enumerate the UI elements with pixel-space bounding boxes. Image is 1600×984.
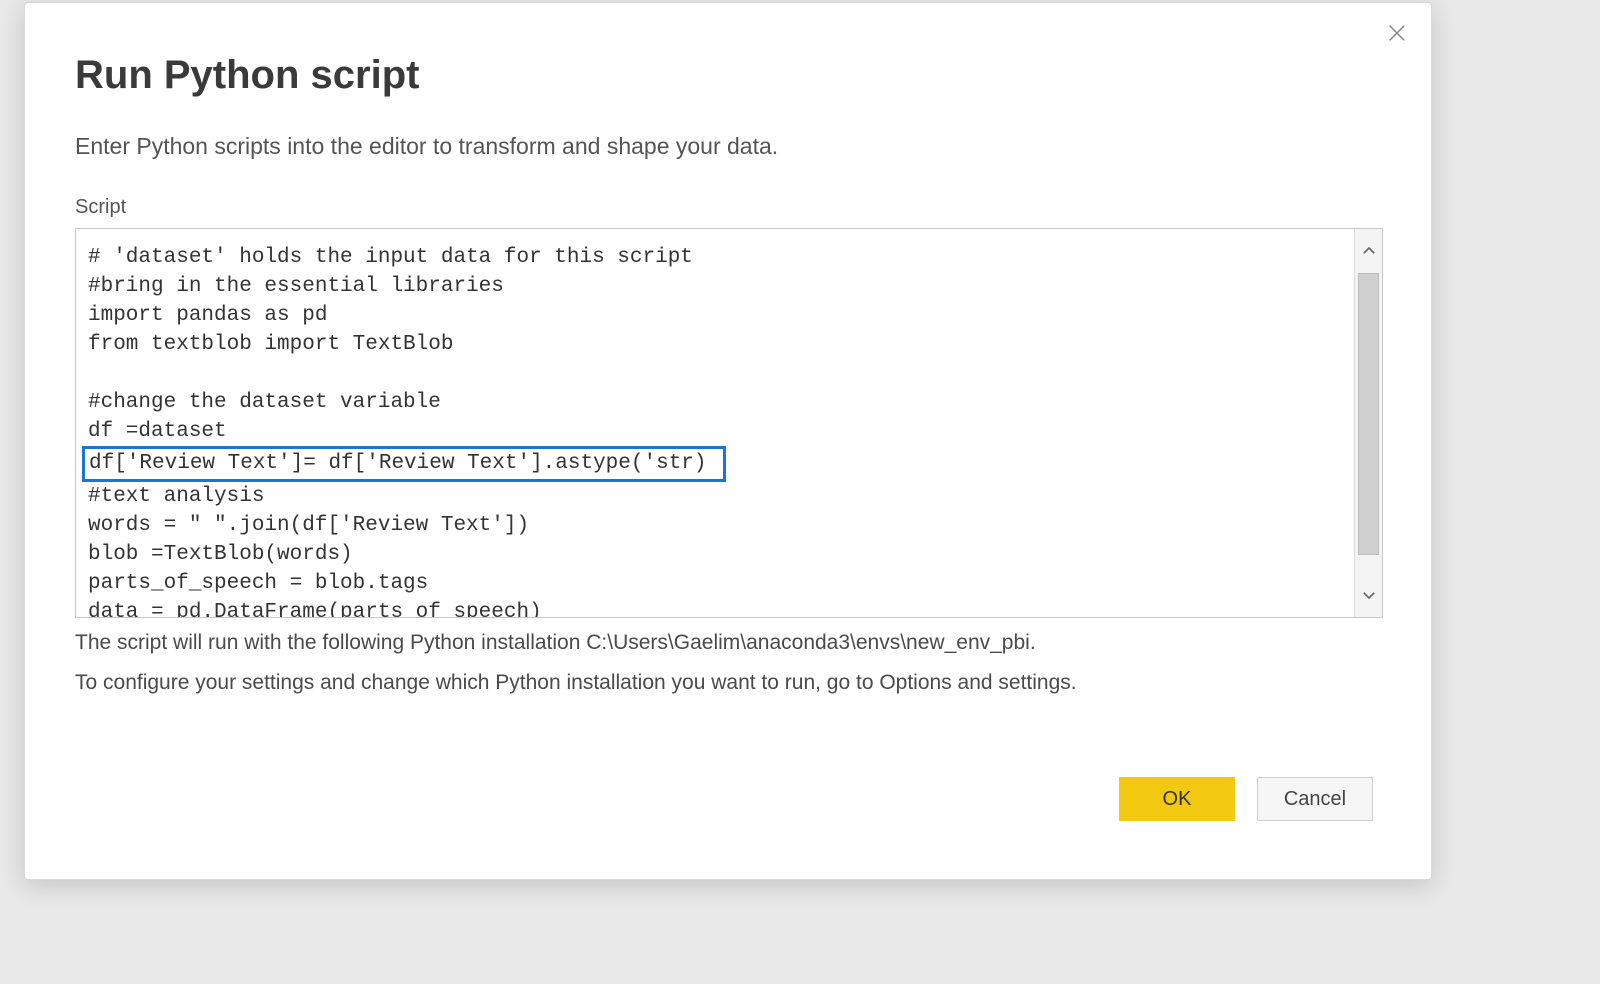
settings-info: To configure your settings and change wh… bbox=[75, 671, 1077, 695]
install-path-info: The script will run with the following P… bbox=[75, 631, 1036, 655]
script-editor-container: # 'dataset' holds the input data for thi… bbox=[75, 228, 1383, 618]
code-line: import pandas as pd bbox=[88, 301, 1342, 330]
scroll-track[interactable] bbox=[1355, 273, 1382, 573]
code-line: #bring in the essential libraries bbox=[88, 272, 1342, 301]
code-line: #text analysis bbox=[88, 482, 1342, 511]
ok-button[interactable]: OK bbox=[1119, 777, 1235, 821]
dialog-subtitle: Enter Python scripts into the editor to … bbox=[75, 133, 778, 160]
close-icon[interactable] bbox=[1377, 13, 1417, 53]
code-line: data = pd.DataFrame(parts_of_speech) bbox=[88, 598, 1342, 617]
scroll-thumb[interactable] bbox=[1358, 273, 1379, 555]
code-line: df['Review Text']= df['Review Text'].ast… bbox=[88, 446, 1342, 482]
scroll-down-button[interactable] bbox=[1355, 573, 1383, 617]
code-line: df =dataset bbox=[88, 417, 1342, 446]
code-line: # 'dataset' holds the input data for thi… bbox=[88, 243, 1342, 272]
code-line bbox=[88, 359, 1342, 388]
code-line: words = " ".join(df['Review Text']) bbox=[88, 511, 1342, 540]
dialog-footer: OK Cancel bbox=[1119, 777, 1373, 821]
code-line: from textblob import TextBlob bbox=[88, 330, 1342, 359]
editor-scrollbar[interactable] bbox=[1354, 229, 1382, 617]
code-line: parts_of_speech = blob.tags bbox=[88, 569, 1342, 598]
code-line: #change the dataset variable bbox=[88, 388, 1342, 417]
code-line: blob =TextBlob(words) bbox=[88, 540, 1342, 569]
cancel-button[interactable]: Cancel bbox=[1257, 777, 1373, 821]
highlighted-code-line: df['Review Text']= df['Review Text'].ast… bbox=[82, 446, 726, 482]
script-label: Script bbox=[75, 196, 126, 219]
scroll-up-button[interactable] bbox=[1355, 229, 1383, 273]
run-python-script-dialog: Run Python script Enter Python scripts i… bbox=[24, 2, 1432, 880]
dialog-title: Run Python script bbox=[75, 53, 419, 98]
script-editor[interactable]: # 'dataset' holds the input data for thi… bbox=[76, 229, 1354, 617]
